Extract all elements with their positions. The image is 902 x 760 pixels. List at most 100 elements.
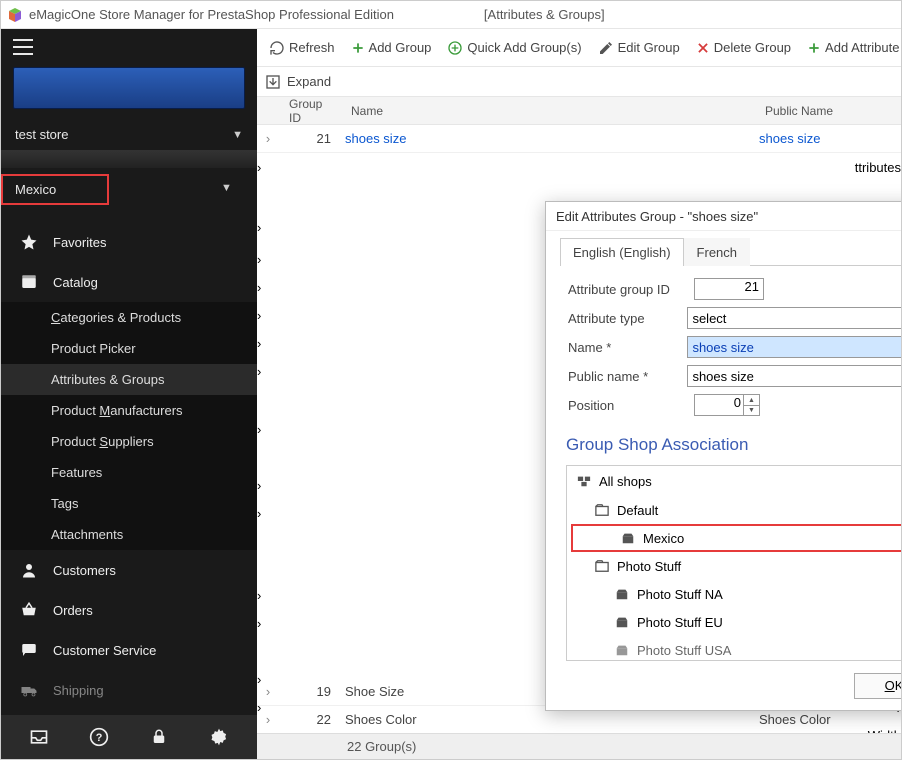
sidebar-item-catalog[interactable]: Catalog	[1, 262, 257, 302]
tree-label: Photo Stuff NA	[637, 587, 723, 602]
hamburger-button[interactable]	[1, 29, 257, 65]
spinner-down-icon[interactable]: ▼	[744, 406, 759, 416]
hamburger-icon	[13, 39, 33, 55]
expand-button[interactable]: Expand	[265, 74, 331, 90]
table-row[interactable]: › 21 shoes size shoes size	[257, 125, 901, 153]
add-attribute-button[interactable]: Add Attribute	[799, 36, 901, 59]
app-title: eMagicOne Store Manager for PrestaShop P…	[29, 7, 394, 22]
shop-icon	[615, 643, 629, 657]
input-position[interactable]: 0 ▲ ▼	[694, 394, 760, 416]
expand-row-icon[interactable]: ›	[257, 712, 279, 727]
sidebar-sub-manufacturers[interactable]: Product Manufacturers	[1, 395, 257, 426]
col-group-id[interactable]: Group ID	[279, 97, 341, 125]
table-row[interactable]: ›ttributes	[257, 153, 901, 181]
sidebar-label: Catalog	[53, 275, 98, 290]
store-selector[interactable]: test store ▼	[1, 119, 257, 150]
expand-row-icon[interactable]: ›	[257, 160, 261, 175]
expand-row-icon[interactable]: ›	[257, 131, 279, 146]
tree-row-default[interactable]: Default ✓	[567, 496, 901, 524]
cell-id: 19	[279, 684, 341, 699]
cell-id: 22	[279, 712, 341, 727]
sidebar-sub-categories[interactable]: Categories & Products	[1, 302, 257, 333]
select-value: select	[692, 311, 726, 326]
expand-row-icon[interactable]: ›	[257, 220, 261, 235]
store-sub-bar	[1, 150, 257, 168]
inbox-icon[interactable]	[25, 723, 53, 751]
sidebar-label: Customer Service	[53, 643, 156, 658]
sidebar-sub-suppliers[interactable]: Product Suppliers	[1, 426, 257, 457]
tree-label: Photo Stuff USA	[637, 643, 731, 658]
quick-add-group-button[interactable]: Quick Add Group(s)	[439, 36, 589, 60]
sidebar-item-shipping[interactable]: Shipping	[1, 670, 257, 710]
folder-icon	[595, 503, 609, 517]
col-public-name[interactable]: Public Name	[755, 104, 901, 118]
expand-row-icon[interactable]: ›	[257, 616, 261, 631]
input-name[interactable]	[687, 336, 901, 358]
select-attribute-type[interactable]: select ▼	[687, 307, 901, 329]
tab-french[interactable]: French	[684, 238, 750, 266]
expand-row-icon[interactable]: ›	[257, 280, 261, 295]
input-group-id[interactable]: 21	[694, 278, 764, 300]
expand-row-icon[interactable]: ›	[257, 364, 261, 379]
expand-row-icon[interactable]: ›	[257, 684, 279, 699]
chevron-down-icon[interactable]: ▼	[221, 182, 232, 194]
label-public-name: Public name *	[568, 369, 687, 384]
expand-row-icon[interactable]: ›	[257, 308, 261, 323]
spinner-up-icon[interactable]: ▲	[744, 395, 759, 406]
ok-button[interactable]: OK	[854, 673, 901, 699]
titlebar: eMagicOne Store Manager for PrestaShop P…	[1, 1, 901, 29]
footer-count: 22 Group(s)	[347, 739, 416, 754]
section-shop-association: Group Shop Association	[560, 427, 901, 465]
tree-row-photo-eu[interactable]: Photo Stuff EU	[567, 608, 901, 636]
sidebar-sub-picker[interactable]: Product Picker	[1, 333, 257, 364]
expand-row-icon[interactable]: ›	[257, 422, 261, 437]
expand-row-icon[interactable]: ›	[257, 336, 261, 351]
add-group-button[interactable]: Add Group	[343, 36, 440, 59]
tree-row-photo-usa[interactable]: Photo Stuff USA	[567, 636, 901, 661]
sidebar-sub-tags[interactable]: Tags	[1, 488, 257, 519]
delete-group-button[interactable]: Delete Group	[688, 36, 799, 59]
edit-group-button[interactable]: Edit Group	[590, 36, 688, 60]
cell-id: 21	[279, 131, 341, 146]
sidebar-item-customer-service[interactable]: Customer Service	[1, 630, 257, 670]
expand-row-icon[interactable]: ›	[257, 252, 261, 267]
tree-row-photo-stuff[interactable]: Photo Stuff	[567, 552, 901, 580]
shop-chevron-outer: ▼	[221, 179, 241, 194]
position-spinner: ▲ ▼	[743, 395, 759, 415]
app-logo-icon	[7, 7, 23, 23]
sidebar-item-favorites[interactable]: Favorites	[1, 222, 257, 262]
cell-public: Shoes Color	[755, 712, 901, 727]
sidebar-item-orders[interactable]: Orders	[1, 590, 257, 630]
tree-row-photo-na[interactable]: Photo Stuff NA	[567, 580, 901, 608]
star-icon	[19, 232, 39, 252]
expand-icon	[265, 74, 281, 90]
tab-english[interactable]: English (English)	[560, 238, 684, 266]
tree-row-mexico[interactable]: Mexico ✓	[571, 524, 901, 552]
toolbar-secondary: Expand	[257, 67, 901, 97]
gear-icon[interactable]	[205, 723, 233, 751]
refresh-button[interactable]: Refresh	[261, 36, 343, 60]
person-icon	[19, 560, 39, 580]
content-area: Refresh Add Group Quick Add Group(s) Edi…	[257, 29, 901, 759]
sidebar-label: Shipping	[53, 683, 104, 698]
expand-row-icon[interactable]: ›	[257, 478, 261, 493]
sidebar-sub-features[interactable]: Features	[1, 457, 257, 488]
expand-row-icon[interactable]: ›	[257, 506, 261, 521]
shop-tree: All shops Default ✓	[566, 465, 901, 661]
tree-all-label[interactable]: All shops	[599, 474, 652, 489]
shop-selector[interactable]: Mexico	[1, 174, 109, 205]
basket-icon	[19, 600, 39, 620]
catalog-icon	[19, 272, 39, 292]
grid-header: Group ID Name Public Name	[257, 97, 901, 125]
col-name[interactable]: Name	[341, 104, 755, 118]
input-public-name[interactable]	[687, 365, 901, 387]
shop-icon	[621, 531, 635, 545]
lock-icon[interactable]	[145, 723, 173, 751]
sidebar-sub-attachments[interactable]: Attachments	[1, 519, 257, 550]
expand-row-icon[interactable]: ›	[257, 588, 261, 603]
cell-public: shoes size	[755, 131, 901, 146]
sidebar-sub-attributes[interactable]: Attributes & Groups	[1, 364, 257, 395]
sidebar-item-customers[interactable]: Customers	[1, 550, 257, 590]
help-icon[interactable]: ?	[85, 723, 113, 751]
app-title-suffix: [Attributes & Groups]	[484, 7, 605, 22]
